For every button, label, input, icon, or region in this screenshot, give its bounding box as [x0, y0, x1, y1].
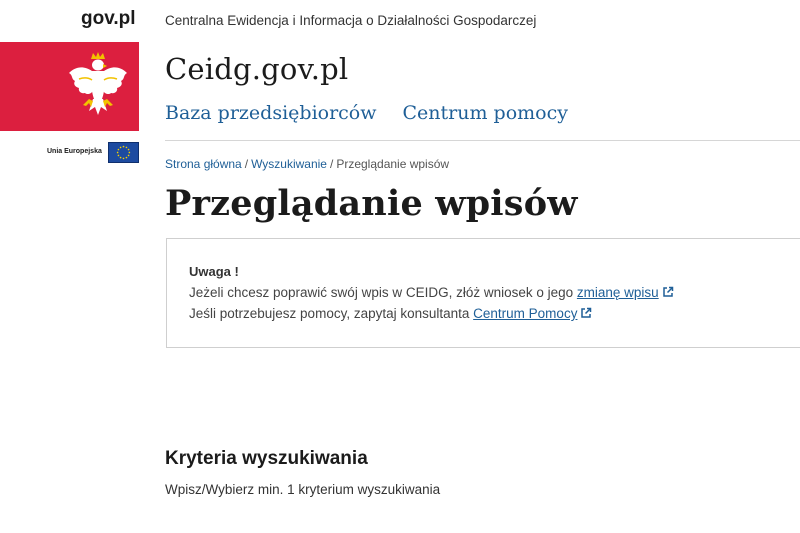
- breadcrumb-current: Przeglądanie wpisów: [336, 157, 450, 171]
- notice-line-correction: Jeżeli chcesz poprawić swój wpis w CEIDG…: [189, 285, 674, 300]
- nav-divider: [165, 140, 800, 141]
- notice-text: Jeżeli chcesz poprawić swój wpis w CEIDG…: [189, 285, 577, 300]
- change-entry-link[interactable]: zmianę wpisu: [577, 285, 659, 300]
- eagle-emblem-icon: [69, 52, 127, 115]
- notice-title: Uwaga !: [189, 264, 239, 279]
- breadcrumb: Strona główna / Wyszukiwanie / Przeglądanie …: [165, 157, 449, 171]
- help-center-link[interactable]: Centrum Pomocy: [473, 306, 577, 321]
- notice-text: Jeśli potrzebujesz pomocy, zapytaj konsu…: [189, 306, 474, 321]
- eu-label: Unia Europejska: [47, 148, 102, 155]
- gov-pl-logo[interactable]: gov.pl: [81, 8, 136, 30]
- breadcrumb-separator: /: [244, 157, 249, 171]
- site-title[interactable]: Ceidg.gov.pl: [165, 52, 348, 86]
- notice-box: Uwaga ! Jeżeli chcesz poprawić swój wpis…: [166, 238, 800, 348]
- search-criteria-heading: Kryteria wyszukiwania: [165, 448, 368, 469]
- breadcrumb-search-link[interactable]: Wyszukiwanie: [251, 157, 327, 171]
- nav-item-centrum-pomocy[interactable]: Centrum pomocy: [403, 102, 568, 124]
- external-link-icon[interactable]: [662, 286, 674, 298]
- external-link-icon[interactable]: [580, 307, 592, 319]
- page-title: Przeglądanie wpisów: [165, 183, 578, 224]
- header-subtitle: Centralna Ewidencja i Informacja o Dział…: [165, 13, 537, 28]
- notice-line-help: Jeśli potrzebujesz pomocy, zapytaj konsu…: [189, 306, 592, 321]
- nav-item-baza-przedsiebiorcow[interactable]: Baza przedsiębiorców: [165, 102, 377, 124]
- breadcrumb-separator: /: [329, 157, 334, 171]
- search-criteria-hint: Wpisz/Wybierz min. 1 kryterium wyszukiwa…: [165, 482, 441, 497]
- main-nav: Baza przedsiębiorców Centrum pomocy: [165, 102, 568, 124]
- eu-flag-icon: [108, 142, 139, 163]
- breadcrumb-home-link[interactable]: Strona główna: [165, 157, 242, 171]
